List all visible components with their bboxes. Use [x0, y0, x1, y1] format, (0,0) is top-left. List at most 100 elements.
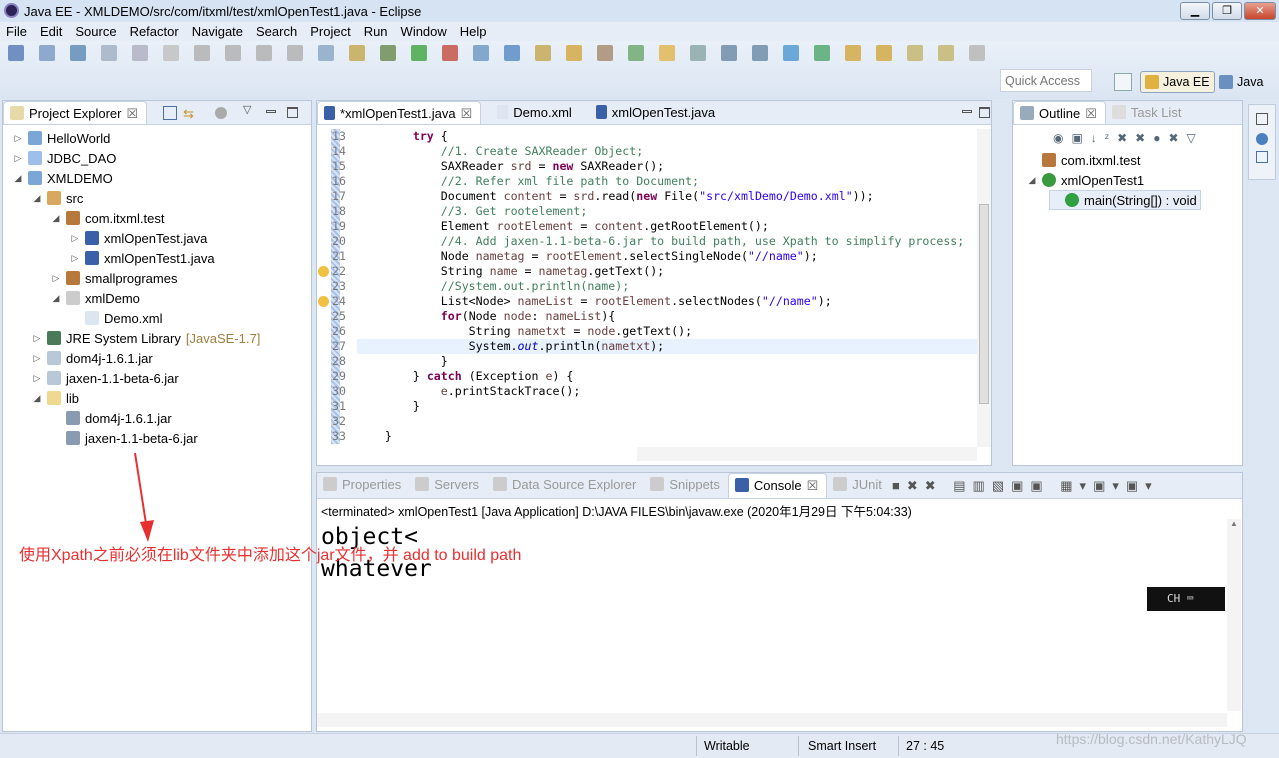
toolbar-button-icon[interactable] [566, 45, 582, 61]
expand-arrow-icon[interactable]: ▷ [70, 253, 80, 264]
expand-arrow-icon[interactable]: ▷ [32, 373, 42, 384]
minimize-button[interactable]: ▁ [1180, 2, 1210, 20]
toolbar-button-icon[interactable] [225, 45, 241, 61]
tab-task-list[interactable]: Task List [1106, 101, 1190, 124]
help-icon[interactable] [1256, 133, 1268, 145]
close-button[interactable]: ✕ [1244, 2, 1276, 20]
filter-icon[interactable] [215, 107, 227, 119]
console-scrollbar[interactable]: ▲ [1227, 519, 1241, 711]
maximize-view-icon[interactable] [287, 107, 298, 118]
expand-arrow-icon[interactable]: ◢ [32, 393, 42, 404]
tree-item[interactable]: ◢ src [32, 188, 84, 208]
tree-item[interactable]: ◢ xmlDemo [51, 288, 140, 308]
expand-arrow-icon[interactable]: ◢ [32, 193, 42, 204]
toolbar-button-icon[interactable] [70, 45, 86, 61]
console-hscrollbar[interactable] [317, 713, 1227, 727]
outline-item[interactable]: main(String[]) : void [1049, 190, 1201, 210]
toolbar-button-icon[interactable] [194, 45, 210, 61]
view-menu-icon[interactable]: ▽ [243, 103, 251, 116]
outline-item[interactable]: ◢ xmlOpenTest1 [1027, 170, 1145, 190]
toolbar-button-icon[interactable] [473, 45, 489, 61]
warning-icon[interactable] [318, 296, 329, 307]
tree-item[interactable]: ▷ xmlOpenTest1.java [70, 248, 215, 268]
tree-item[interactable]: ▷ jaxen-1.1-beta-6.jar [32, 368, 179, 388]
tab-console[interactable]: Console ☒ [727, 473, 828, 498]
toolbar-button-icon[interactable] [132, 45, 148, 61]
close-icon[interactable]: ☒ [1085, 106, 1097, 124]
expand-arrow-icon[interactable]: ▷ [51, 273, 61, 284]
menu-run[interactable]: Run [364, 24, 388, 39]
close-icon[interactable]: ☒ [126, 106, 138, 124]
open-perspective-icon[interactable] [1114, 73, 1132, 91]
menu-navigate[interactable]: Navigate [192, 24, 243, 39]
scrollbar-thumb[interactable] [979, 204, 989, 404]
toolbar-button-icon[interactable] [628, 45, 644, 61]
toolbar-button-icon[interactable] [597, 45, 613, 61]
toolbar-button-icon[interactable] [876, 45, 892, 61]
window-icon[interactable] [1256, 151, 1268, 163]
toolbar-button-icon[interactable] [659, 45, 675, 61]
console-toolbar[interactable]: ■✖✖ ▤▥▧▣▣ ▦▾▣▾▣▾ [892, 478, 1159, 494]
expand-arrow-icon[interactable]: ▷ [32, 353, 42, 364]
toolbar-button-icon[interactable] [938, 45, 954, 61]
menu-refactor[interactable]: Refactor [130, 24, 179, 39]
tree-item[interactable]: ◢ XMLDEMO [13, 168, 113, 188]
menu-project[interactable]: Project [310, 24, 350, 39]
toolbar-button-icon[interactable] [752, 45, 768, 61]
tab-outline[interactable]: Outline ☒ [1013, 101, 1106, 124]
toolbar-button-icon[interactable] [380, 45, 396, 61]
link-editor-icon[interactable]: ⇆ [183, 106, 197, 121]
tree-item[interactable]: ▷ smallprogrames [51, 268, 178, 288]
menu-edit[interactable]: Edit [40, 24, 62, 39]
minimize-view-icon[interactable] [266, 110, 276, 113]
horizontal-scrollbar[interactable] [637, 447, 977, 461]
ime-indicator[interactable]: CH ⌨ [1147, 587, 1225, 611]
tab-snippets[interactable]: Snippets [644, 473, 728, 498]
toolbar-button-icon[interactable] [101, 45, 117, 61]
toolbar-button-icon[interactable] [504, 45, 520, 61]
tree-item[interactable]: ▷ HelloWorld [13, 128, 111, 148]
tree-item[interactable]: Demo.xml [70, 308, 163, 328]
maximize-button[interactable]: ❐ [1212, 2, 1242, 20]
toolbar-button-icon[interactable] [535, 45, 551, 61]
outline-toolbar[interactable]: ◉▣↓ᶻ✖✖●✖▽ [1053, 131, 1204, 145]
tab-editor-file[interactable]: *xmlOpenTest1.java ☒ [317, 101, 482, 124]
toolbar-button-icon[interactable] [690, 45, 706, 61]
expand-arrow-icon[interactable]: ▷ [13, 153, 23, 164]
toolbar-button-icon[interactable] [163, 45, 179, 61]
toolbar-button-icon[interactable] [256, 45, 272, 61]
toolbar-button-icon[interactable] [721, 45, 737, 61]
expand-arrow-icon[interactable]: ◢ [51, 213, 61, 224]
perspective-java-ee[interactable]: Java EE [1140, 71, 1215, 93]
quick-access-input[interactable]: Quick Access [1000, 69, 1092, 92]
tree-item[interactable]: ▷ dom4j-1.6.1.jar [32, 348, 153, 368]
toolbar-button-icon[interactable] [814, 45, 830, 61]
menu-file[interactable]: File [6, 24, 27, 39]
tab-servers[interactable]: Servers [409, 473, 487, 498]
expand-arrow-icon[interactable]: ◢ [13, 173, 23, 184]
tab-properties[interactable]: Properties [317, 473, 409, 498]
menu-help[interactable]: Help [460, 24, 487, 39]
toolbar-button-icon[interactable] [349, 45, 365, 61]
collapse-all-icon[interactable] [163, 106, 177, 120]
tree-item[interactable]: ▷ JDBC_DAO [13, 148, 117, 168]
menu-window[interactable]: Window [401, 24, 447, 39]
toolbar-button-icon[interactable] [287, 45, 303, 61]
close-icon[interactable]: ☒ [461, 106, 473, 124]
expand-arrow-icon[interactable]: ▷ [13, 133, 23, 144]
vertical-scrollbar[interactable] [977, 129, 991, 447]
tab-data-source-explorer[interactable]: Data Source Explorer [487, 473, 644, 498]
toolbar-button-icon[interactable] [39, 45, 55, 61]
toolbar-button-icon[interactable] [442, 45, 458, 61]
expand-arrow-icon[interactable]: ◢ [51, 293, 61, 304]
tree-item[interactable]: ◢ com.itxml.test [51, 208, 165, 228]
restore-icon[interactable] [1256, 113, 1268, 125]
expand-arrow-icon[interactable]: ◢ [1027, 175, 1037, 186]
minimize-editor-icon[interactable] [962, 110, 972, 113]
menu-source[interactable]: Source [75, 24, 116, 39]
toolbar-button-icon[interactable] [969, 45, 985, 61]
toolbar-button-icon[interactable] [845, 45, 861, 61]
warning-icon[interactable] [318, 266, 329, 277]
toolbar-button-icon[interactable] [318, 45, 334, 61]
tab-project-explorer[interactable]: Project Explorer ☒ [3, 101, 148, 124]
